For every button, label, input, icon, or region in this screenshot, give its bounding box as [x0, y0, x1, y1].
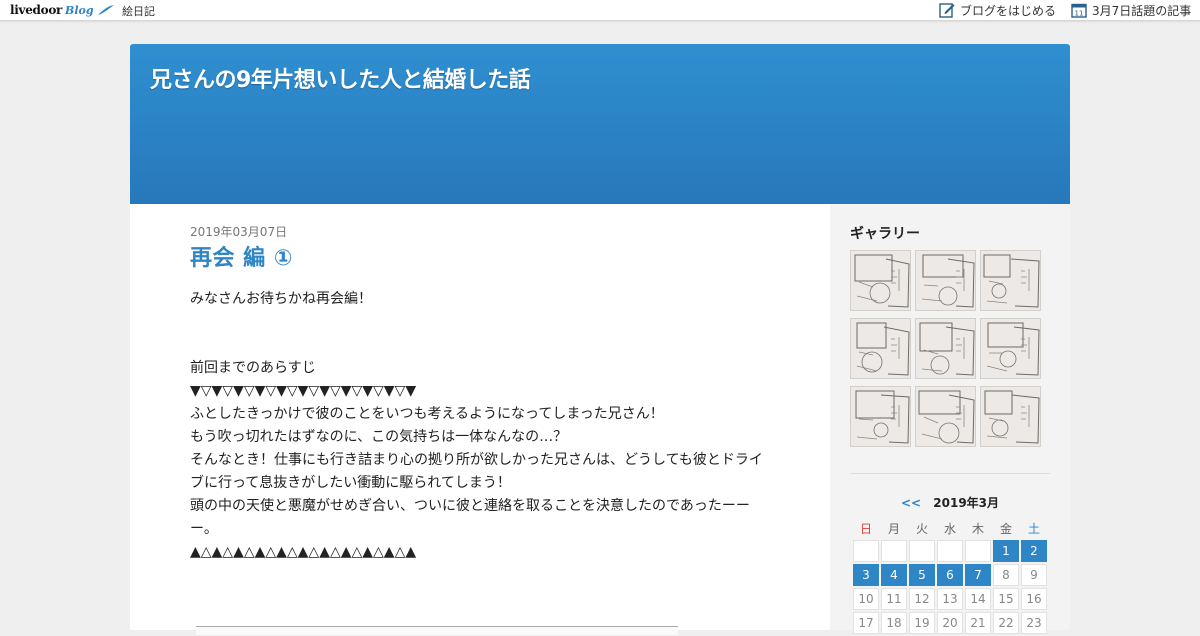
calendar-day: 18: [881, 612, 907, 634]
gallery-thumbnail[interactable]: [915, 250, 976, 311]
gallery-thumbnail[interactable]: [850, 318, 911, 379]
calendar-empty-cell: [853, 540, 879, 562]
sidebar-divider: [850, 473, 1050, 474]
calendar-day: 19: [909, 612, 935, 634]
calendar-month: 2019年3月: [933, 496, 1000, 510]
post-line: そんなとき！仕事にも行き詰まり心の拠り所が欲しかった兄さんは、どうしても彼とドラ…: [190, 452, 763, 491]
post-image[interactable]: [196, 626, 678, 635]
gallery-thumbnail[interactable]: [850, 386, 911, 447]
calendar-day-link[interactable]: 7: [965, 564, 991, 586]
calendar-weekday: 水: [943, 521, 956, 536]
calendar-weekday: 月: [887, 521, 900, 536]
calendar-empty-cell: [965, 540, 991, 562]
calendar-weekday: 木: [971, 521, 984, 536]
calendar-weekday: 金: [999, 521, 1012, 536]
today-topic-link[interactable]: 11 3月7日話題の記事: [1071, 1, 1191, 19]
sidebar: ギャラリー << 2019年3月 日月火水木金土 1 2 3 4 5 6 7 8 9 10 11 12…: [830, 204, 1070, 634]
category-link[interactable]: 絵日記: [122, 3, 155, 19]
calendar-day: 8: [993, 564, 1019, 586]
calendar-day: 15: [993, 588, 1019, 610]
calendar-weekday: 火: [915, 521, 928, 536]
calendar-day: 20: [937, 612, 963, 634]
calendar-header: << 2019年3月: [850, 494, 1050, 511]
calendar-empty-cell: [937, 540, 963, 562]
calendar-day: 13: [937, 588, 963, 610]
post-line: もう吹っ切れたはずなのに、この気持ちは一体なんなの…？: [190, 429, 568, 445]
calendar-weekday: 日: [859, 521, 872, 536]
calendar-day: 16: [1021, 588, 1047, 610]
livedoor-blog-logo[interactable]: livedoor Blog: [10, 2, 115, 18]
logo-text: livedoor: [10, 3, 63, 17]
gallery-thumbnail[interactable]: [980, 386, 1041, 447]
start-blog-link[interactable]: ブログをはじめる: [939, 1, 1056, 19]
post-intro: みなさんお待ちかね再会編！: [190, 291, 372, 307]
logo-blog-text: Blog: [65, 3, 94, 17]
post-line: 頭の中の天使と悪魔がせめぎ合い、ついに彼と連絡を取ることを決意したのであったーー…: [190, 498, 750, 537]
calendar-day: 23: [1021, 612, 1047, 634]
blog-title[interactable]: 兄さんの9年片想いした人と結婚した話: [150, 62, 531, 94]
blog-header: 兄さんの9年片想いした人と結婚した話: [130, 44, 1070, 204]
calendar-day: 11: [881, 588, 907, 610]
gallery-heading: ギャラリー: [850, 226, 920, 242]
calendar-empty-cell: [909, 540, 935, 562]
calendar-table: 日月火水木金土 1 2 3 4 5 6 7 8 9 10 11 12 13 14 15 16 17 18 19 20 2…: [851, 516, 1049, 636]
gallery-thumbnail[interactable]: [915, 318, 976, 379]
calendar-day-link[interactable]: 6: [937, 564, 963, 586]
start-blog-label: ブログをはじめる: [960, 3, 1057, 18]
calendar-weekday: 土: [1027, 521, 1040, 536]
quill-icon: [97, 5, 114, 15]
calendar-day-link[interactable]: 5: [909, 564, 935, 586]
calendar-empty-cell: [881, 540, 907, 562]
calendar-day: 22: [993, 612, 1019, 634]
post-line: ふとしたきっかけで彼のことをいつも考えるようになってしまった兄さん！: [190, 406, 664, 422]
calendar-icon: 11: [1071, 3, 1087, 18]
calendar-day-link[interactable]: 1: [993, 540, 1019, 562]
post-line: ▲△▲△▲△▲△▲△▲△▲△▲△▲△▲△▲: [190, 544, 417, 560]
edit-icon: [939, 3, 955, 18]
calendar-day: 14: [965, 588, 991, 610]
calendar-day: 9: [1021, 564, 1047, 586]
calendar-prev-link[interactable]: <<: [901, 496, 921, 510]
gallery-thumbnail[interactable]: [915, 386, 976, 447]
post-line: 前回までのあらすじ: [190, 360, 316, 376]
calendar-day: 17: [853, 612, 879, 634]
calendar-day-link[interactable]: 4: [881, 564, 907, 586]
today-topic-label: 3月7日話題の記事: [1092, 3, 1192, 18]
calendar-day-link[interactable]: 3: [853, 564, 879, 586]
main-content: 2019年03月07日 再会 編 ① みなさんお待ちかね再会編！ 前回までのあら…: [130, 204, 830, 635]
gallery-thumbnail[interactable]: [850, 250, 911, 311]
gallery-thumbnail[interactable]: [980, 250, 1041, 311]
post-body: みなさんお待ちかね再会編！ 前回までのあらすじ ▼▽▼▽▼▽▼▽▼▽▼▽▼▽▼▽…: [190, 288, 775, 564]
gallery-grid: [850, 250, 1046, 447]
calendar-day: 21: [965, 612, 991, 634]
calendar-day: 12: [909, 588, 935, 610]
post-line: ▼▽▼▽▼▽▼▽▼▽▼▽▼▽▼▽▼▽▼▽▼: [190, 383, 417, 399]
calendar-day-link[interactable]: 2: [1021, 540, 1047, 562]
post-title[interactable]: 再会 編 ①: [190, 240, 293, 272]
top-bar: livedoor Blog 絵日記 ブログをはじめる 11 3月7日話題の記事: [0, 0, 1200, 21]
calendar-icon-day: 11: [1075, 10, 1084, 18]
post-date: 2019年03月07日: [190, 225, 288, 239]
gallery-thumbnail[interactable]: [980, 318, 1041, 379]
calendar-day: 10: [853, 588, 879, 610]
